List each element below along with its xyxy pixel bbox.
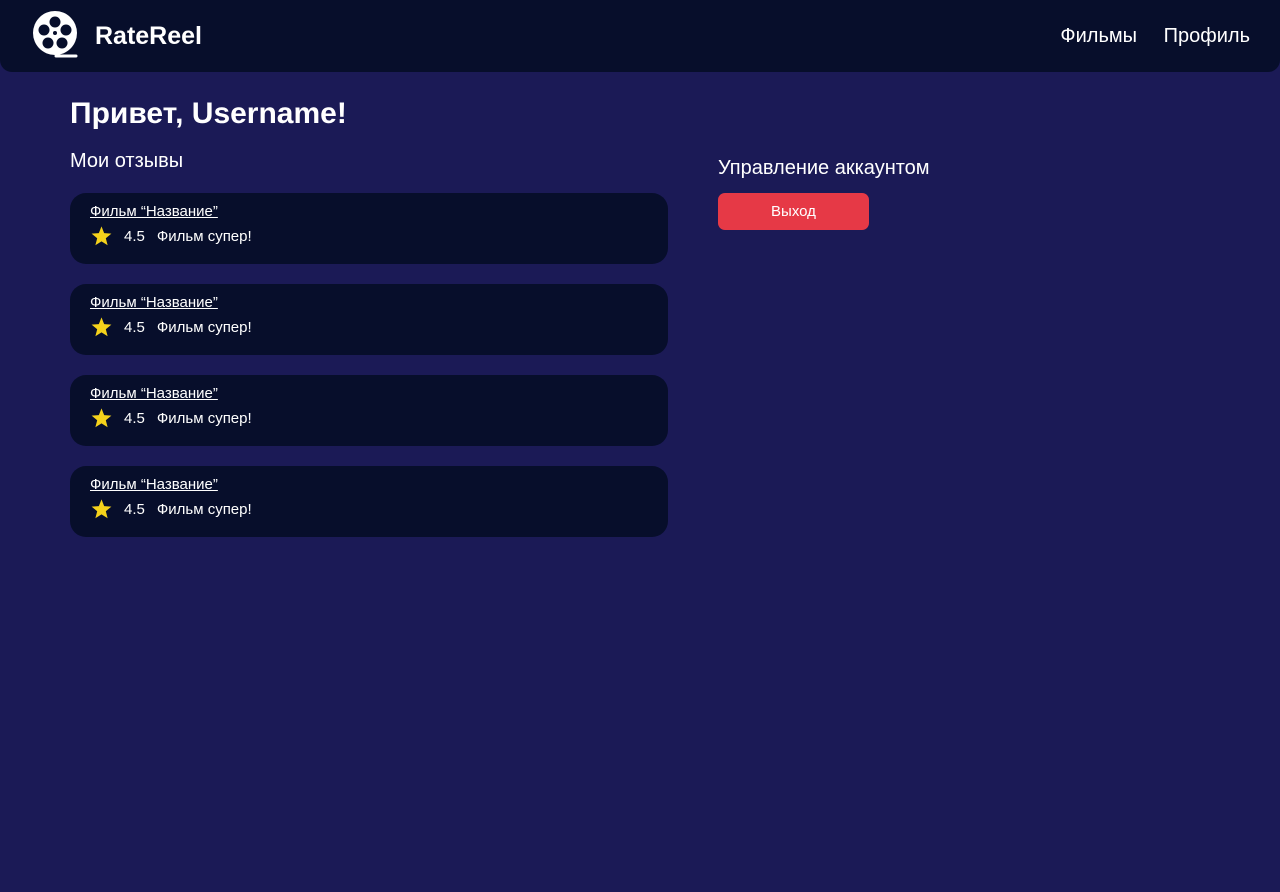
account-section-title: Управление аккаунтом [718,157,930,179]
review-card: Фильм “Название” 4.5 Фильм супер! [70,466,668,537]
rating-value: 4.5 [124,409,145,427]
review-text: Фильм супер! [156,409,252,427]
top-header: RateReel Фильмы Профиль [0,0,1280,72]
nav-films-link[interactable]: Фильмы [1060,24,1137,48]
nav-profile-link[interactable]: Профиль [1164,24,1250,48]
review-card: Фильм “Название” 4.5 Фильм супер! [70,284,668,355]
review-text: Фильм супер! [156,500,252,518]
review-meta: 4.5 Фильм супер! [90,225,252,247]
star-icon [91,226,112,246]
film-link[interactable]: Фильм “Название” [90,203,218,221]
star-icon [91,499,112,519]
film-reel-icon[interactable] [32,10,80,58]
film-link[interactable]: Фильм “Название” [90,476,218,494]
review-text: Фильм супер! [156,227,252,245]
reviews-section-title: Мои отзывы [70,150,184,172]
page-title: Привет, Username! [70,97,347,130]
review-meta: 4.5 Фильм супер! [90,498,252,520]
star-icon [91,317,112,337]
film-link[interactable]: Фильм “Название” [90,294,218,312]
logout-button[interactable]: Выход [718,193,869,230]
app-title[interactable]: RateReel [95,20,202,52]
review-meta: 4.5 Фильм супер! [90,316,252,338]
review-card: Фильм “Название” 4.5 Фильм супер! [70,193,668,264]
rating-value: 4.5 [124,500,145,518]
review-card: Фильм “Название” 4.5 Фильм супер! [70,375,668,446]
rating-value: 4.5 [124,227,145,245]
review-text: Фильм супер! [156,318,252,336]
film-link[interactable]: Фильм “Название” [90,385,218,403]
review-list: Фильм “Название” 4.5 Фильм супер! Фильм … [70,193,668,557]
star-icon [91,408,112,428]
review-meta: 4.5 Фильм супер! [90,407,252,429]
rating-value: 4.5 [124,318,145,336]
